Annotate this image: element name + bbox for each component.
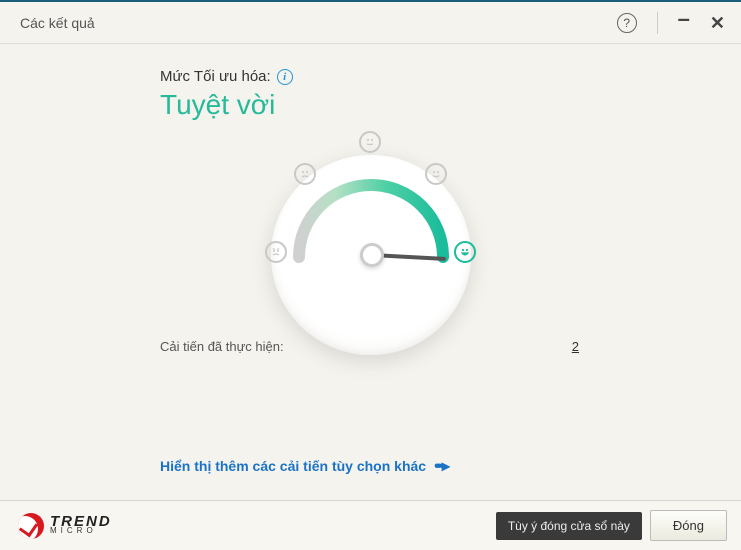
divider — [657, 12, 658, 34]
footer: TREND MICRO Tùy ý đóng cửa sổ này Đóng — [0, 500, 741, 550]
titlebar-controls: ? – ✕ — [617, 12, 725, 34]
close-tooltip: Tùy ý đóng cửa sổ này — [496, 512, 642, 540]
face-sad-icon — [294, 163, 316, 185]
footer-actions: Tùy ý đóng cửa sổ này Đóng — [496, 510, 727, 541]
help-icon[interactable]: ? — [617, 13, 637, 33]
brand-logo: TREND MICRO — [18, 513, 112, 539]
brand-text: TREND MICRO — [50, 516, 112, 536]
gauge-needle-pivot — [360, 243, 384, 267]
close-button[interactable]: Đóng — [650, 510, 727, 541]
titlebar: Các kết quả ? – ✕ — [0, 2, 741, 44]
close-window-button[interactable]: ✕ — [710, 14, 725, 32]
show-more-link[interactable]: Hiển thị thêm các cải tiến tùy chọn khác… — [160, 456, 447, 476]
minimize-button[interactable]: – — [678, 8, 690, 30]
face-angry-icon — [265, 241, 287, 263]
improvements-count[interactable]: 2 — [572, 339, 581, 354]
arrow-right-icon: •••▸ — [434, 456, 447, 476]
window-title: Các kết quả — [20, 15, 617, 31]
main-content: Mức Tối ưu hóa: i Tuyệt vời — [0, 44, 741, 354]
optimization-label: Mức Tối ưu hóa: — [160, 68, 271, 85]
optimization-label-row: Mức Tối ưu hóa: i — [160, 68, 581, 85]
show-more-label: Hiển thị thêm các cải tiến tùy chọn khác — [160, 458, 426, 474]
trendmicro-logo-icon — [18, 513, 44, 539]
face-happy-active-icon — [454, 241, 476, 263]
info-icon[interactable]: i — [277, 69, 293, 85]
gauge — [241, 135, 501, 315]
optimization-level: Tuyệt vời — [160, 89, 581, 121]
face-neutral-icon — [359, 131, 381, 153]
face-smile-icon — [425, 163, 447, 185]
